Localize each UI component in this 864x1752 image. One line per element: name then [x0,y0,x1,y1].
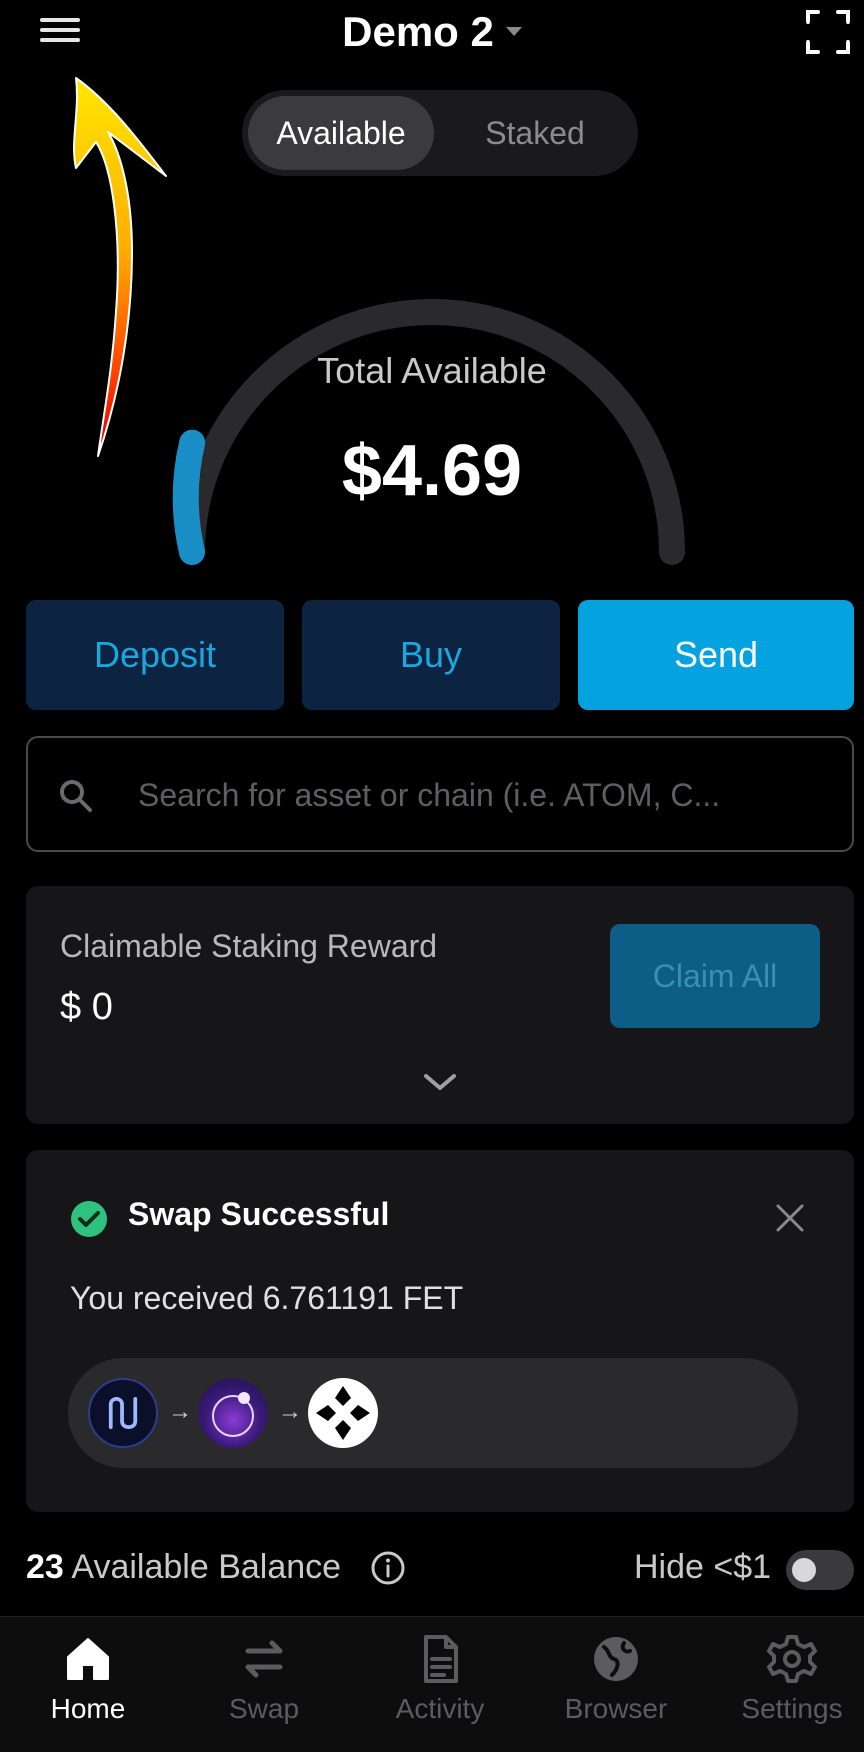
asset-count: 23 [26,1548,64,1586]
swap-notification: Swap Successful You received 6.761191 FE… [26,1150,854,1512]
close-icon[interactable] [774,1202,806,1234]
balance-type-toggle: Available Staked [242,90,638,176]
staking-reward-title: Claimable Staking Reward [60,928,438,964]
wallet-name: Demo 2 [342,8,494,55]
available-balance-heading: 23 Available Balance [26,1548,341,1587]
home-icon [67,1638,109,1680]
staking-reward-value: $ 0 [60,986,113,1028]
nav-activity[interactable]: Activity [354,1633,526,1725]
deposit-button[interactable]: Deposit [26,600,284,710]
staking-reward-card: Claimable Staking Reward $ 0 Claim All [26,886,854,1124]
tab-staked[interactable]: Staked [440,96,630,170]
total-available-label: Total Available [317,350,547,391]
nav-label: Swap [228,1693,300,1724]
claim-all-button[interactable]: Claim All [610,924,820,1028]
activity-icon [424,1635,458,1683]
check-circle-icon [71,1201,107,1237]
arrow-right-icon: → [168,1398,192,1425]
osmosis-icon [198,1378,268,1448]
nav-label: Home [50,1693,126,1724]
fetch-ai-icon [308,1378,378,1448]
bottom-nav: Home Swap Activity Browser Settings [0,1616,864,1752]
search-input[interactable] [138,758,838,832]
hide-small-balances-label: Hide <$1 [634,1548,772,1586]
buy-button[interactable]: Buy [302,600,560,710]
swap-message: You received 6.761191 FET [70,1280,464,1316]
scan-icon[interactable] [804,8,852,56]
info-icon[interactable] [370,1550,406,1586]
noble-icon [88,1378,158,1448]
send-button[interactable]: Send [578,600,854,710]
total-available-value: $4.69 [341,431,523,511]
nav-label: Settings [741,1693,843,1724]
tab-available[interactable]: Available [248,96,434,170]
wallet-selector[interactable]: Demo 2 [0,4,864,60]
nav-settings[interactable]: Settings [706,1633,864,1725]
nav-swap[interactable]: Swap [178,1633,350,1725]
swap-icon [245,1640,283,1678]
swap-title: Swap Successful [128,1196,390,1232]
nav-label: Browser [564,1693,668,1724]
search-icon [60,780,92,812]
gear-icon [767,1635,817,1683]
arrow-right-icon: → [278,1398,302,1425]
search-box [26,736,854,852]
caret-down-icon [505,27,522,37]
chevron-down-icon[interactable] [422,1070,458,1094]
hide-small-balances-toggle[interactable] [786,1550,854,1590]
nav-browser[interactable]: Browser [530,1633,702,1725]
swap-route: → → [68,1358,798,1468]
globe-icon [594,1637,638,1681]
nav-home[interactable]: Home [2,1633,174,1725]
available-balance-label: Available Balance [71,1548,342,1586]
nav-label: Activity [395,1693,485,1724]
